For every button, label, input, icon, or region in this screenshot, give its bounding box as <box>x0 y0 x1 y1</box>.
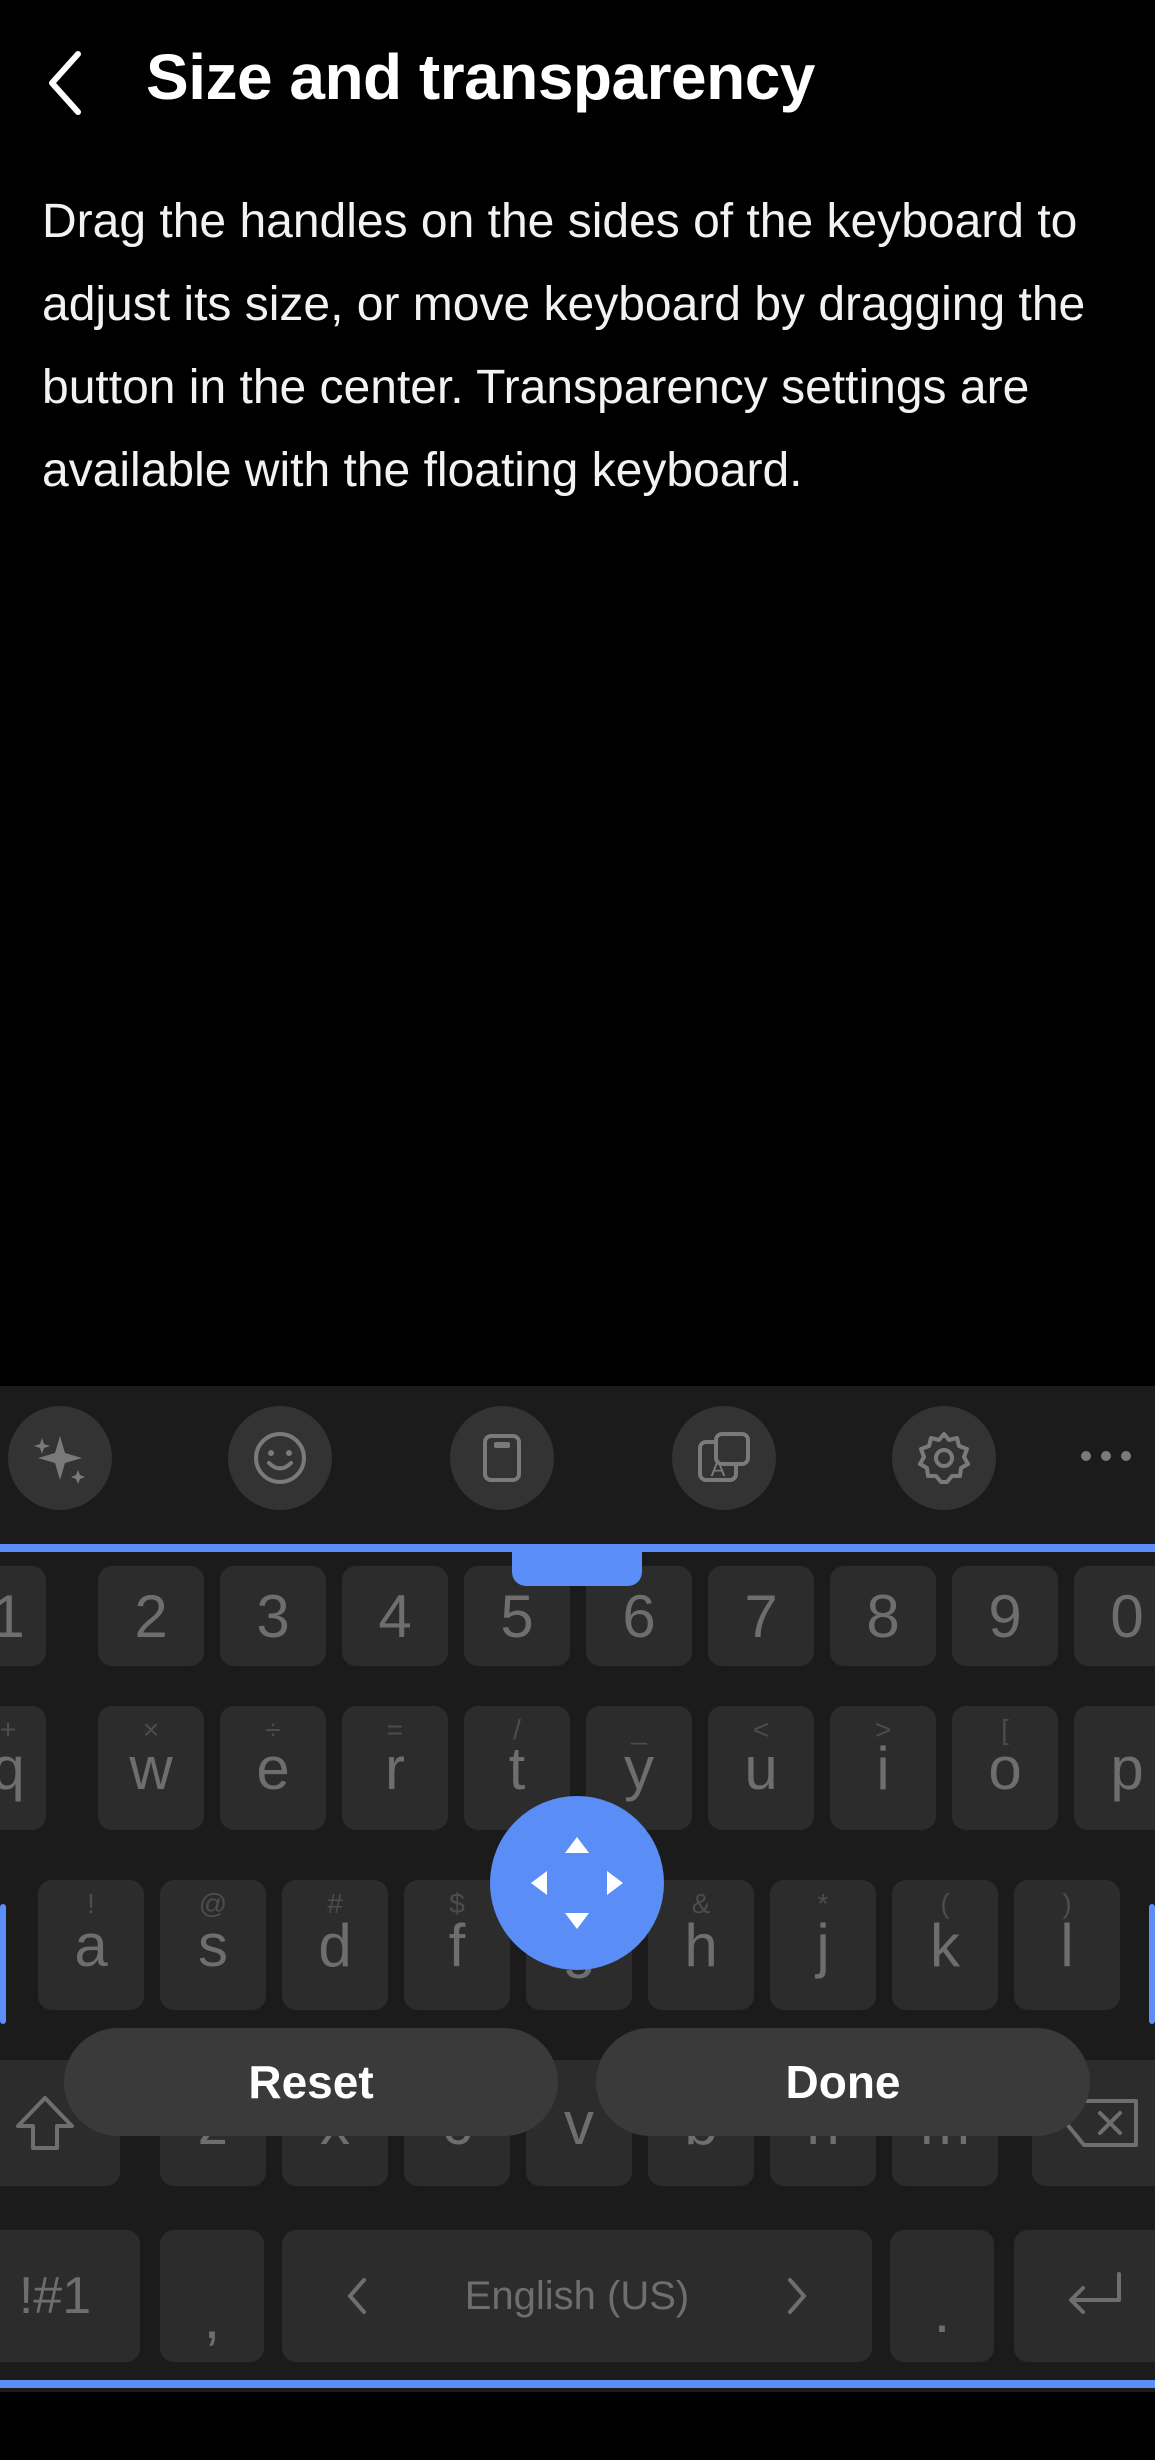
enter-icon <box>1069 2272 1121 2314</box>
key-l[interactable]: ) l <box>1014 1880 1120 2010</box>
header: Size and transparency <box>0 0 1155 170</box>
key-k[interactable]: (k <box>892 1880 998 2010</box>
key-s[interactable]: @ s <box>160 1880 266 2010</box>
done-button[interactable]: Done <box>596 2028 1090 2136</box>
key-7[interactable]: 7 <box>708 1566 814 1666</box>
back-button[interactable] <box>38 38 108 128</box>
more-button[interactable] <box>1071 1426 1141 1486</box>
key-q[interactable]: + q <box>0 1706 46 1830</box>
right-resize-handle[interactable] <box>1149 1904 1155 2024</box>
symbols-key[interactable]: !#1 <box>0 2230 140 2362</box>
left-resize-handle[interactable] <box>0 1904 6 2024</box>
clipboard-button[interactable] <box>450 1406 554 1510</box>
period-key[interactable]: . <box>890 2230 994 2362</box>
key-o[interactable]: [o <box>952 1706 1058 1830</box>
reset-button[interactable]: Reset <box>64 2028 558 2136</box>
key-0[interactable]: 0 <box>1074 1566 1155 1666</box>
chevron-right-icon <box>787 2278 807 2314</box>
key-3[interactable]: 3 <box>220 1566 326 1666</box>
language-label: English (US) <box>464 2273 690 2318</box>
chevron-left-icon <box>347 2278 366 2314</box>
ai-sparkle-icon <box>34 1436 85 1484</box>
move-keyboard-handle[interactable] <box>490 1796 664 1970</box>
page-title: Size and transparency <box>146 41 815 113</box>
ai-sparkle-button[interactable] <box>8 1406 112 1510</box>
emoji-icon <box>254 1432 306 1484</box>
space-key[interactable]: English (US) <box>282 2230 872 2362</box>
key-w[interactable]: × w <box>98 1706 204 1830</box>
move-arrows-icon <box>531 1837 623 1929</box>
more-icon <box>1081 1451 1131 1461</box>
key-a[interactable]: ! a <box>38 1880 144 2010</box>
settings-button[interactable] <box>892 1406 996 1510</box>
chevron-left-icon <box>49 51 81 115</box>
key-e[interactable]: ÷ e <box>220 1706 326 1830</box>
key-r[interactable]: = r <box>342 1706 448 1830</box>
key-u[interactable]: < u <box>708 1706 814 1830</box>
emoji-button[interactable] <box>228 1406 332 1510</box>
bottom-resize-handle[interactable] <box>0 2380 1155 2388</box>
key-4[interactable]: 4 <box>342 1566 448 1666</box>
key-1[interactable]: 1 <box>0 1566 46 1666</box>
key-j[interactable]: * j <box>770 1880 876 2010</box>
key-h[interactable]: & h <box>648 1880 754 2010</box>
keyboard-toolbar: A <box>0 1386 1155 1532</box>
description-text: Drag the handles on the sides of the key… <box>42 195 1086 497</box>
comma-key[interactable]: , <box>160 2230 264 2362</box>
translate-button[interactable]: A <box>672 1406 776 1510</box>
key-8[interactable]: 8 <box>830 1566 936 1666</box>
enter-key[interactable] <box>1014 2230 1155 2362</box>
key-d[interactable]: # d <box>282 1880 388 2010</box>
settings-icon <box>918 1432 970 1484</box>
key-i[interactable]: > i <box>830 1706 936 1830</box>
key-9[interactable]: 9 <box>952 1566 1058 1666</box>
key-2[interactable]: 2 <box>98 1566 204 1666</box>
svg-text:A: A <box>711 1456 726 1481</box>
top-resize-handle[interactable] <box>512 1544 642 1586</box>
clipboard-icon <box>483 1434 521 1482</box>
key-p[interactable]: p <box>1074 1706 1155 1830</box>
translate-icon: A <box>698 1432 750 1482</box>
